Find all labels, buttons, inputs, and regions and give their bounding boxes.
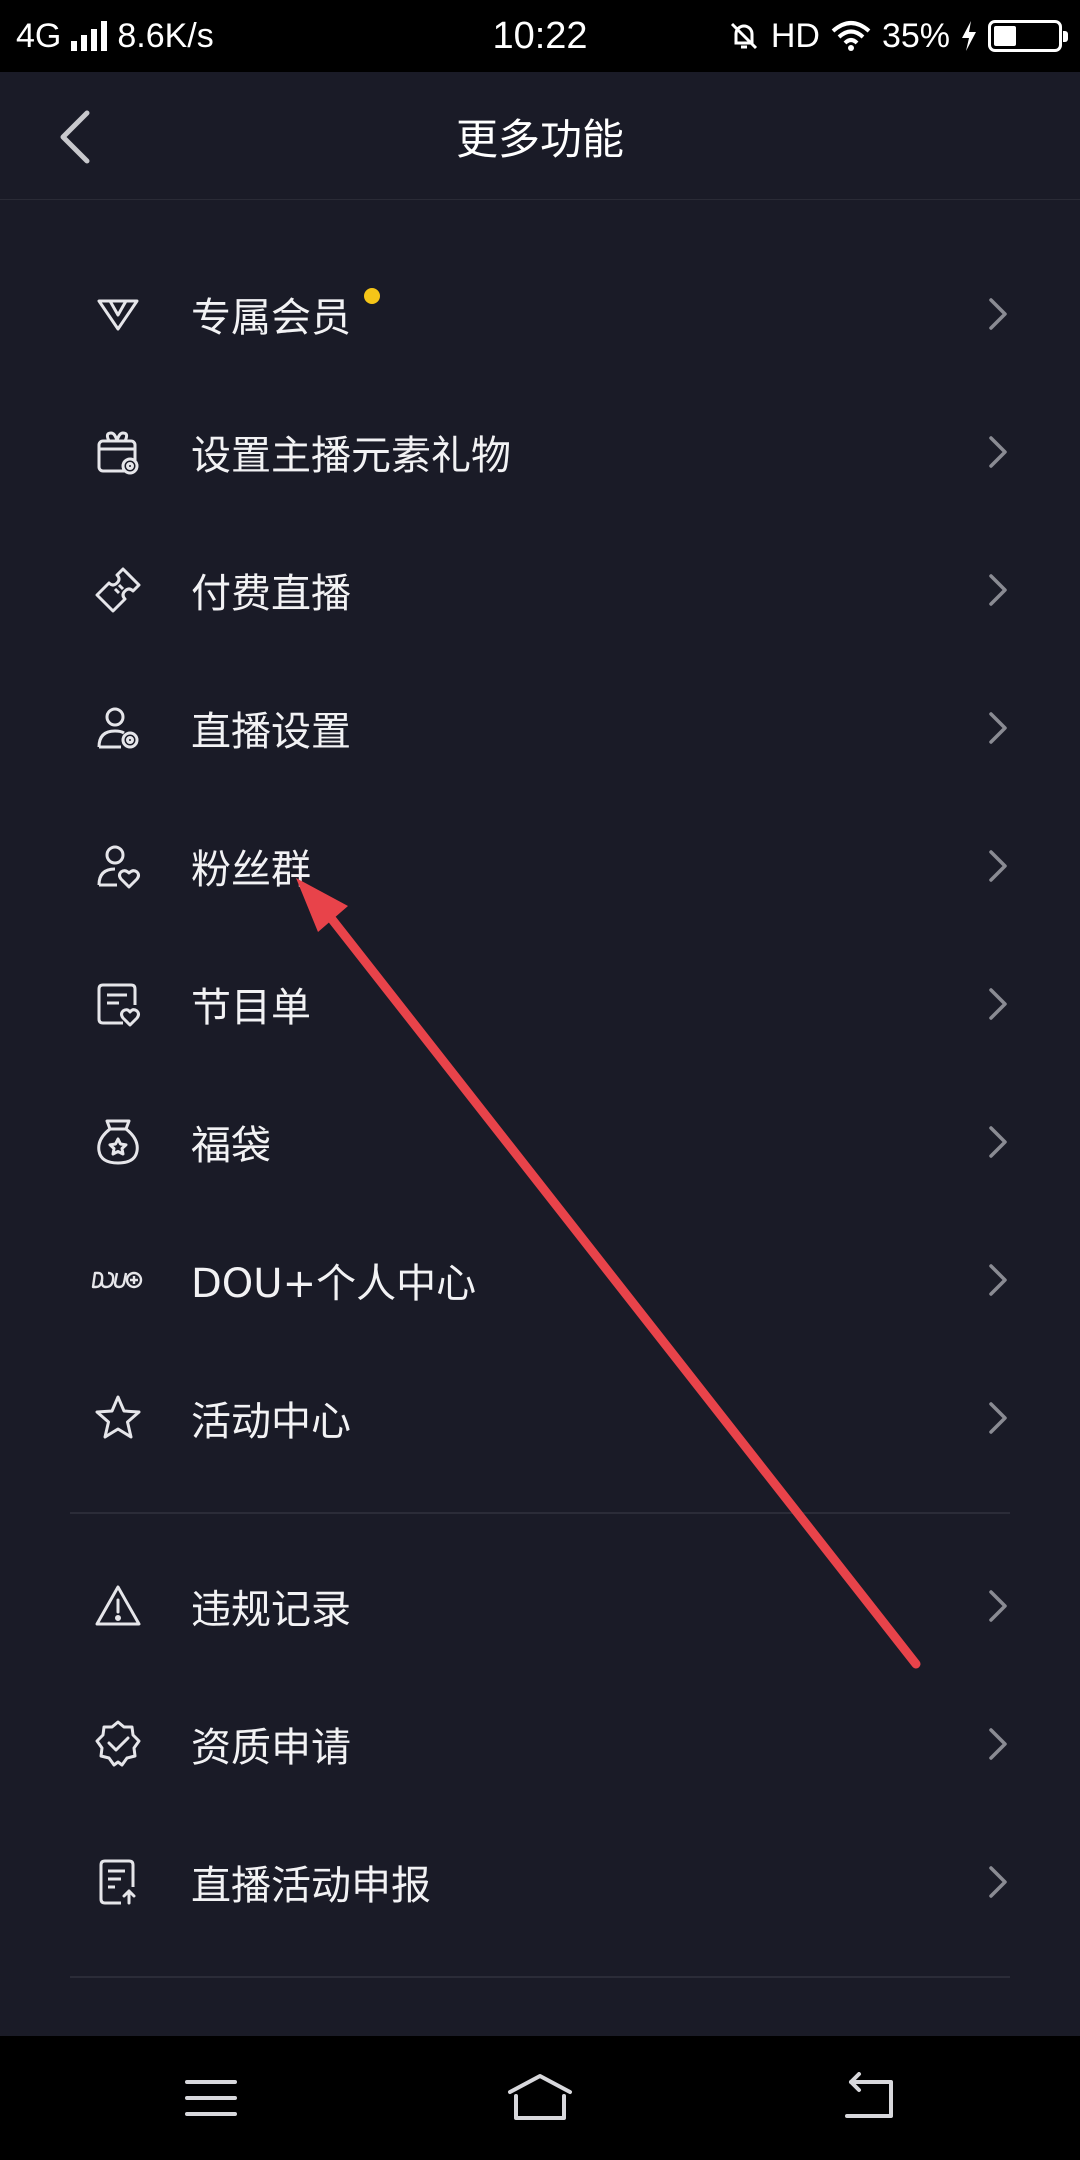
chevron-right-icon <box>980 1726 1016 1762</box>
battery-fill <box>994 26 1016 46</box>
user-settings-icon <box>90 700 146 756</box>
chevron-right-icon <box>980 710 1016 746</box>
menu-item-label: 直播设置 <box>191 709 351 755</box>
program-list-icon <box>90 976 146 1032</box>
battery-percent: 35% <box>881 16 950 55</box>
menu-item-label: 直播活动申报 <box>191 1863 431 1909</box>
menu-item-paid-live[interactable]: 付费直播 <box>0 521 1080 659</box>
wifi-icon <box>831 21 871 51</box>
star-icon <box>90 1390 146 1446</box>
chevron-right-icon <box>980 296 1016 332</box>
chevron-right-icon <box>980 848 1016 884</box>
document-upload-icon <box>90 1854 146 1910</box>
lucky-bag-icon <box>90 1114 146 1170</box>
charging-icon <box>962 21 976 51</box>
menu-item-live-activity-report[interactable]: 直播活动申报 <box>0 1813 1080 1951</box>
battery-icon <box>988 20 1068 52</box>
section-divider <box>70 1512 1010 1514</box>
feature-menu: 专属会员 设置主播元素礼物 付费直播 直播设置 粉丝群 节目单 福袋 DOU+个… <box>0 200 1080 2036</box>
gift-settings-icon <box>90 424 146 480</box>
dou-plus-icon <box>90 1252 146 1308</box>
chevron-right-icon <box>980 1262 1016 1298</box>
chevron-right-icon <box>980 986 1016 1022</box>
page-title: 更多功能 <box>455 114 624 164</box>
v-badge-icon <box>90 286 146 342</box>
menu-item-program-list[interactable]: 节目单 <box>0 935 1080 1073</box>
chevron-right-icon <box>980 1588 1016 1624</box>
menu-item-fan-group[interactable]: 粉丝群 <box>0 797 1080 935</box>
warning-icon <box>90 1578 146 1634</box>
chevron-right-icon <box>980 572 1016 608</box>
menu-item-violation-records[interactable]: 违规记录 <box>0 1537 1080 1675</box>
back-nav-button[interactable] <box>829 2058 909 2138</box>
header: 更多功能 <box>0 72 1080 200</box>
system-nav-bar <box>0 2036 1080 2160</box>
menu-item-label: 付费直播 <box>191 571 351 617</box>
menu-button[interactable] <box>171 2058 251 2138</box>
menu-item-lucky-bag[interactable]: 福袋 <box>0 1073 1080 1211</box>
menu-item-label: 活动中心 <box>191 1399 351 1445</box>
menu-item-label: DOU+个人中心 <box>191 1261 477 1307</box>
menu-item-host-gift-settings[interactable]: 设置主播元素礼物 <box>0 383 1080 521</box>
menu-item-dou-plus-center[interactable]: DOU+个人中心 <box>0 1211 1080 1349</box>
menu-item-activity-center[interactable]: 活动中心 <box>0 1349 1080 1487</box>
verified-badge-icon <box>90 1716 146 1772</box>
menu-item-live-settings[interactable]: 直播设置 <box>0 659 1080 797</box>
status-right: HD 35% <box>727 0 1068 72</box>
menu-item-qualification-application[interactable]: 资质申请 <box>0 1675 1080 1813</box>
chevron-right-icon <box>980 434 1016 470</box>
menu-item-label: 违规记录 <box>191 1587 351 1633</box>
chevron-right-icon <box>980 1864 1016 1900</box>
fan-group-icon <box>90 838 146 894</box>
menu-item-label: 资质申请 <box>191 1725 351 1771</box>
new-badge-dot <box>364 288 380 304</box>
chevron-right-icon <box>980 1124 1016 1160</box>
menu-item-label: 粉丝群 <box>191 847 311 893</box>
menu-lines-icon <box>185 2080 237 2116</box>
mute-bell-icon <box>730 22 757 50</box>
ticket-icon <box>90 562 146 618</box>
menu-item-label: 专属会员 <box>191 295 351 341</box>
section-divider <box>70 1976 1010 1978</box>
home-button[interactable] <box>500 2058 580 2138</box>
chevron-right-icon <box>980 1400 1016 1436</box>
hd-indicator: HD <box>770 16 820 55</box>
menu-item-label: 福袋 <box>191 1123 271 1169</box>
status-bar: 4G 8.6K/s 10:22 HD 35% <box>0 0 1080 72</box>
back-arrow-icon <box>845 2072 893 2118</box>
home-icon <box>508 2074 572 2120</box>
menu-item-label: 节目单 <box>191 985 311 1031</box>
menu-item-label: 设置主播元素礼物 <box>191 433 511 479</box>
menu-item-exclusive-member[interactable]: 专属会员 <box>0 245 1080 383</box>
